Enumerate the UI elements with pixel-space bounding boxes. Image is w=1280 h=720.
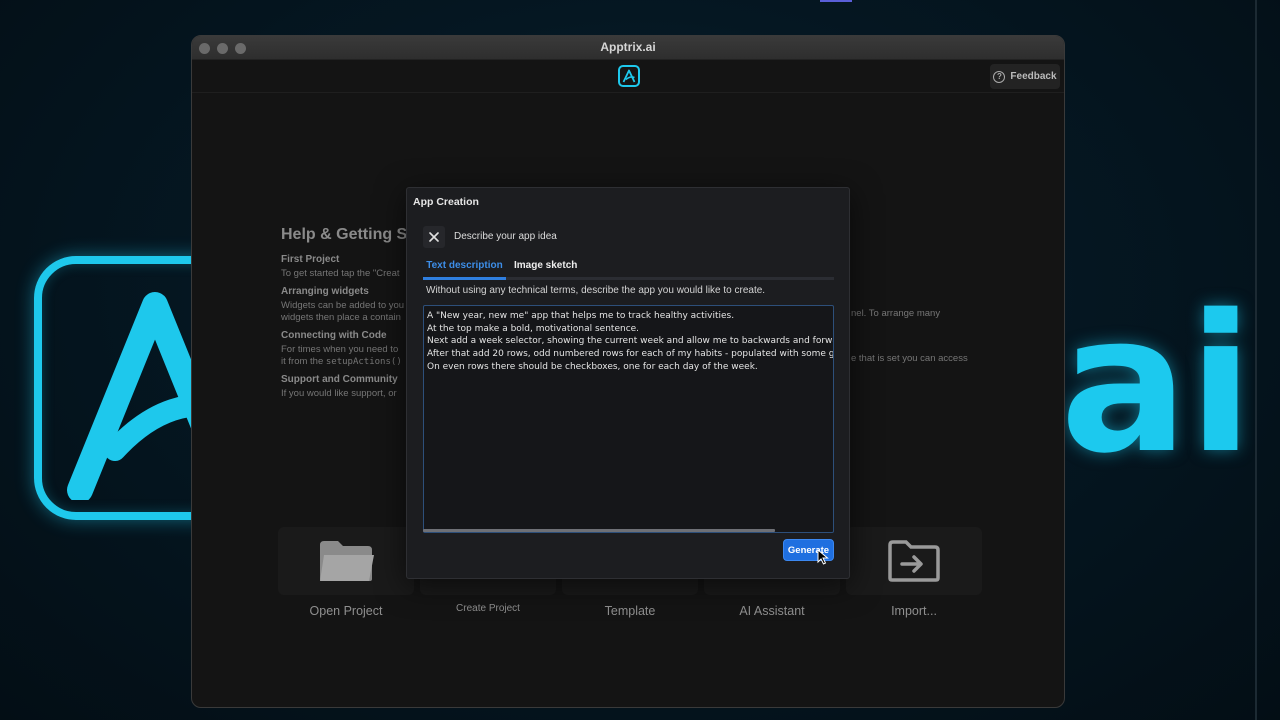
tile-label: Import... <box>891 604 937 618</box>
dialog-title: App Creation <box>413 196 479 208</box>
logo-a-glyph-icon <box>622 69 636 83</box>
tile-label: AI Assistant <box>739 604 805 618</box>
apptrix-logo-icon[interactable] <box>618 65 640 87</box>
help-circle-icon: ? <box>993 70 1006 83</box>
help-text-overflow: nel. To arrange many <box>851 308 941 319</box>
screen-divider <box>1255 0 1257 720</box>
tab-text-description[interactable]: Text description <box>423 258 506 280</box>
tile-label: Template <box>604 604 656 618</box>
instruction-text: Without using any technical terms, descr… <box>426 285 766 296</box>
code-snippet: setupActions() <box>325 357 402 367</box>
tile-icon-box <box>278 527 414 595</box>
title-bar: Apptrix.ai <box>192 36 1064 60</box>
mouse-pointer-icon <box>817 549 829 565</box>
import-icon <box>888 540 940 582</box>
input-mode-tabs: Text description Image sketch <box>423 258 834 280</box>
desktop-top-accent <box>820 0 852 2</box>
help-text-overflow: e that is set you can access <box>851 353 968 364</box>
tab-image-sketch[interactable]: Image sketch <box>514 258 577 280</box>
tile-label: Open Project <box>309 604 383 618</box>
app-description-input[interactable]: A "New year, new me" app that helps me t… <box>423 305 834 533</box>
dialog-subtitle: Describe your app idea <box>454 231 557 242</box>
tile-import[interactable]: Import... <box>846 527 982 618</box>
app-toolbar: ? Feedback <box>192 60 1064 93</box>
background-brand-text: ai <box>1060 274 1254 495</box>
feedback-label: Feedback <box>1010 71 1057 82</box>
horizontal-scrollbar[interactable] <box>423 529 775 532</box>
tile-icon-box <box>846 527 982 595</box>
window-title: Apptrix.ai <box>600 40 656 54</box>
tile-label: Create Project <box>456 603 520 614</box>
folder-icon <box>320 541 374 581</box>
close-icon <box>429 232 439 242</box>
app-creation-dialog: App Creation Describe your app idea Text… <box>406 187 850 579</box>
tile-open-project[interactable]: Open Project <box>278 527 414 618</box>
feedback-button[interactable]: ? Feedback <box>990 64 1060 89</box>
close-button[interactable] <box>423 226 445 248</box>
